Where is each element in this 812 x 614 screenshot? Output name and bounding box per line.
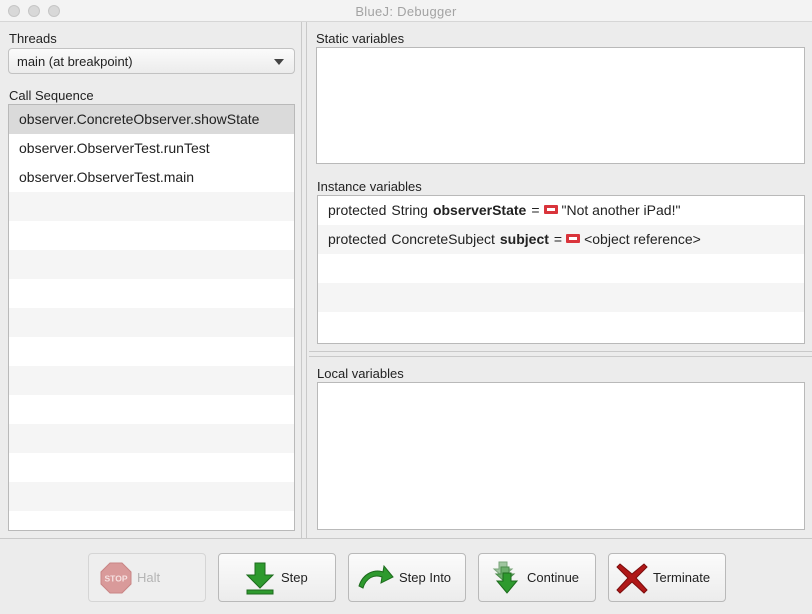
variable-type: ConcreteSubject — [391, 231, 495, 247]
instance-variables-list[interactable]: protected String observerState = "Not anothe… — [317, 195, 805, 344]
curved-arrow-icon — [357, 561, 395, 595]
empty-row — [9, 395, 294, 424]
variable-value: "Not another iPad!" — [561, 202, 681, 218]
object-reference-icon — [566, 234, 581, 243]
local-variables-label: Local variables — [317, 366, 404, 381]
horizontal-split-divider[interactable] — [309, 351, 812, 357]
continue-label: Continue — [527, 570, 580, 585]
step-button[interactable]: Step — [218, 553, 336, 602]
debugger-toolbar: STOP Halt Step Step Into Continue Termin… — [0, 538, 812, 614]
halt-label: Halt — [137, 570, 161, 585]
threads-selected-value: main (at breakpoint) — [17, 54, 133, 69]
instance-variable-row[interactable]: protected String observerState = "Not anothe… — [318, 196, 804, 225]
red-x-icon — [615, 561, 649, 595]
window-title: BlueJ: Debugger — [355, 4, 457, 19]
threads-label: Threads — [9, 31, 57, 46]
stop-sign-text: STOP — [105, 573, 128, 583]
empty-row — [9, 192, 294, 221]
call-sequence-item[interactable]: observer.ConcreteObserver.showState — [9, 105, 294, 134]
call-sequence-item[interactable]: observer.ObserverTest.runTest — [9, 134, 294, 163]
equals-sign: = — [553, 231, 563, 247]
threads-dropdown[interactable]: main (at breakpoint) — [8, 48, 295, 74]
title-bar: BlueJ: Debugger — [0, 0, 812, 22]
instance-variables-label: Instance variables — [317, 179, 422, 194]
empty-row — [9, 482, 294, 511]
step-into-button[interactable]: Step Into — [348, 553, 466, 602]
variable-modifier: protected — [328, 202, 387, 218]
empty-row — [9, 424, 294, 453]
chevron-down-icon — [274, 59, 284, 65]
local-variables-list[interactable] — [317, 382, 805, 530]
terminate-label: Terminate — [653, 570, 711, 585]
object-reference-icon — [543, 205, 558, 214]
step-label: Step — [281, 570, 308, 585]
empty-row — [318, 283, 804, 312]
variable-modifier: protected — [328, 231, 387, 247]
step-into-label: Step Into — [399, 570, 452, 585]
empty-row — [9, 453, 294, 482]
empty-row — [9, 308, 294, 337]
variable-value: <object reference> — [584, 231, 701, 247]
static-variables-list[interactable] — [316, 47, 805, 164]
empty-row — [9, 221, 294, 250]
stop-sign-icon: STOP — [99, 561, 133, 595]
vertical-split-divider[interactable] — [301, 22, 307, 538]
variable-name: observerState — [432, 202, 527, 218]
empty-row — [9, 279, 294, 308]
variable-type: String — [391, 202, 428, 218]
variable-name: subject — [499, 231, 549, 247]
static-variables-label: Static variables — [316, 31, 405, 46]
empty-row — [318, 312, 804, 341]
terminate-button[interactable]: Terminate — [608, 553, 726, 602]
empty-row — [9, 366, 294, 395]
halt-button[interactable]: STOP Halt — [88, 553, 206, 602]
empty-row — [9, 337, 294, 366]
instance-variable-row[interactable]: protected ConcreteSubject subject = <object … — [318, 225, 804, 254]
empty-row — [9, 250, 294, 279]
call-sequence-label: Call Sequence — [9, 88, 94, 103]
step-arrow-down-icon — [243, 561, 277, 595]
empty-row — [318, 254, 804, 283]
continue-button[interactable]: Continue — [478, 553, 596, 602]
call-sequence-item[interactable]: observer.ObserverTest.main — [9, 163, 294, 192]
call-sequence-list[interactable]: observer.ConcreteObserver.showState obse… — [8, 104, 295, 531]
equals-sign: = — [531, 202, 540, 218]
continue-arrows-icon — [489, 561, 523, 595]
empty-row — [9, 511, 294, 530]
